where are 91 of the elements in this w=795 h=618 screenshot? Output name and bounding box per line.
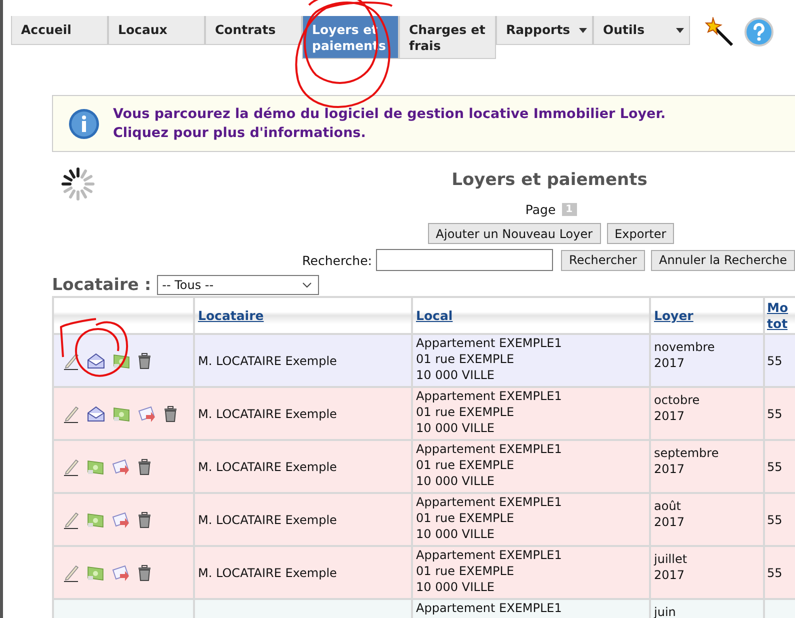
amount-text: 55	[767, 566, 782, 580]
tenant-name: M. LOCATAIRE Exemple	[198, 512, 337, 526]
property-address-line: Appartement EXEMPLE1	[416, 388, 563, 404]
property-address-line: Appartement EXEMPLE1	[416, 494, 563, 510]
table-row[interactable]: M. LOCATAIRE Exemple Appartement EXEMPLE1 01 rue EXEMPLE 10 000 VILLE septembre 2017 55	[53, 440, 795, 493]
property-address-line: Appartement EXEMPLE1	[416, 547, 563, 563]
property-address-line: 01 rue EXEMPLE	[416, 563, 516, 579]
pencil-icon[interactable]	[63, 352, 79, 370]
info-banner[interactable]: Vous parcourez la démo du logiciel de gestion locative Immobilier Loyer. Cliquez pour plus d'informations.	[52, 95, 795, 152]
rent-period-text: août	[654, 498, 682, 514]
property-address-line: 01 rue EXEMPLE	[416, 510, 516, 526]
banknote-icon[interactable]	[87, 564, 104, 581]
property-address-line: 01 rue EXEMPLE	[416, 457, 516, 473]
page-title: Loyers et paiements	[452, 170, 648, 190]
trash-icon[interactable]	[138, 512, 151, 528]
envelope-arrow-icon[interactable]	[112, 564, 130, 580]
trash-icon[interactable]	[138, 564, 151, 580]
envelope-icon[interactable]	[87, 352, 105, 368]
table-row[interactable]: M. LOCATAIRE Exemple Appartement EXEMPLE1 01 rue EXEMPLE 10 000 VILLE août 2017 55	[53, 493, 795, 546]
rent-period-text: octobre	[654, 392, 701, 408]
banner-text: Cliquez pour plus d'informations.	[113, 124, 367, 142]
help-icon[interactable]	[744, 17, 774, 47]
caret-icon	[676, 28, 684, 33]
banknote-icon[interactable]	[113, 405, 130, 422]
action-button[interactable]: Ajouter un Nouveau Loyer	[428, 223, 601, 244]
envelope-icon[interactable]	[87, 406, 105, 422]
table-row[interactable]: M. LOCATAIRE Exemple Appartement EXEMPLE1 01 rue EXEMPLE 10 000 VILLE octobre 2017 55	[53, 387, 795, 440]
rent-period-text: 2017	[654, 408, 686, 424]
nav-tab[interactable]: Contrats	[205, 16, 302, 45]
banknote-icon[interactable]	[87, 511, 104, 528]
search-button[interactable]: Rechercher	[561, 250, 645, 270]
property-address-line: 01 rue EXEMPLE	[416, 404, 516, 420]
property-address-line: 10 000 VILLE	[416, 367, 496, 383]
amount-text: 55	[767, 406, 782, 420]
loading-spinner-icon	[61, 167, 95, 201]
nav-tab[interactable]: Locaux	[108, 16, 205, 45]
column-header-link[interactable]: Loyer	[654, 308, 694, 323]
property-address-line: 10 000 VILLE	[416, 473, 496, 489]
rent-period-text: 2017	[654, 461, 686, 477]
column-header-link[interactable]: Local	[416, 308, 453, 323]
property-address-line: Appartement EXEMPLE1	[416, 335, 563, 351]
amount-text: 55	[767, 354, 782, 368]
pencil-icon[interactable]	[63, 564, 79, 582]
pencil-icon[interactable]	[63, 404, 79, 422]
trash-icon[interactable]	[164, 406, 177, 422]
rent-period-text: 2017	[654, 567, 686, 583]
property-address-line: Appartement EXEMPLE1	[416, 600, 563, 616]
banner-text: Vous parcourez la démo du logiciel de gestion locative Immobilier Loyer.	[113, 104, 666, 124]
envelope-arrow-icon[interactable]	[138, 406, 156, 422]
tenant-name: M. LOCATAIRE Exemple	[198, 566, 337, 580]
amount-text: 55	[767, 460, 782, 474]
amount-text: 55	[767, 512, 782, 526]
banknote-icon[interactable]	[87, 458, 104, 475]
tenant-name: M. LOCATAIRE Exemple	[198, 460, 337, 474]
table-row[interactable]: M. LOCATAIRE Exemple Appartement EXEMPLE1 01 rue EXEMPLE 10 000 VILLE juillet 2017 55	[53, 546, 795, 599]
rent-period-text: 2017	[654, 514, 686, 530]
action-button[interactable]: Exporter	[606, 223, 674, 244]
trash-icon[interactable]	[138, 458, 151, 474]
rent-period-text: septembre	[654, 445, 720, 461]
search-button[interactable]: Annuler la Recherche	[650, 250, 795, 270]
column-header-link[interactable]: Locataire	[198, 308, 264, 323]
nav-tab[interactable]: Charges et frais	[399, 16, 496, 59]
page-label: Page	[525, 202, 556, 216]
search-field[interactable]	[376, 249, 554, 271]
property-address-line: 01 rue EXEMPLE	[416, 351, 516, 367]
property-address-line: 10 000 VILLE	[416, 526, 496, 542]
nav-tab[interactable]: Outils	[593, 16, 690, 45]
tenant-select[interactable]: -- Tous --	[157, 274, 320, 294]
pencil-icon[interactable]	[63, 510, 79, 528]
trash-icon[interactable]	[138, 352, 151, 368]
table-row[interactable]: M. LOCATAIRE Exemple Appartement EXEMPLE1 01 rue EXEMPLE 10 000 VILLE novembre 2017 55	[53, 334, 795, 387]
property-address-line: Appartement EXEMPLE1	[416, 441, 563, 457]
chevron-icon	[302, 282, 312, 288]
magic-wand-icon[interactable]	[704, 17, 734, 47]
tenant-name: M. LOCATAIRE Exemple	[198, 354, 337, 368]
banknote-icon[interactable]	[113, 352, 130, 369]
envelope-arrow-icon[interactable]	[112, 512, 130, 528]
envelope-arrow-icon[interactable]	[112, 458, 130, 474]
pencil-icon[interactable]	[63, 458, 79, 476]
filter-label: Locataire :	[52, 275, 152, 294]
property-address-line: 10 000 VILLE	[416, 420, 496, 436]
search-label: Recherche:	[302, 252, 372, 268]
property-address-line: 10 000 VILLE	[416, 579, 496, 595]
nav-tab[interactable]: Rapports	[496, 16, 593, 45]
rent-period-text: juillet	[654, 551, 688, 567]
tenant-name: M. LOCATAIRE Exemple	[198, 406, 337, 420]
rent-period-text: novembre	[654, 339, 716, 355]
info-icon	[68, 108, 100, 140]
caret-icon	[579, 28, 587, 33]
rent-period-text: 2017	[654, 355, 686, 371]
nav-tab[interactable]: Accueil	[11, 16, 108, 45]
